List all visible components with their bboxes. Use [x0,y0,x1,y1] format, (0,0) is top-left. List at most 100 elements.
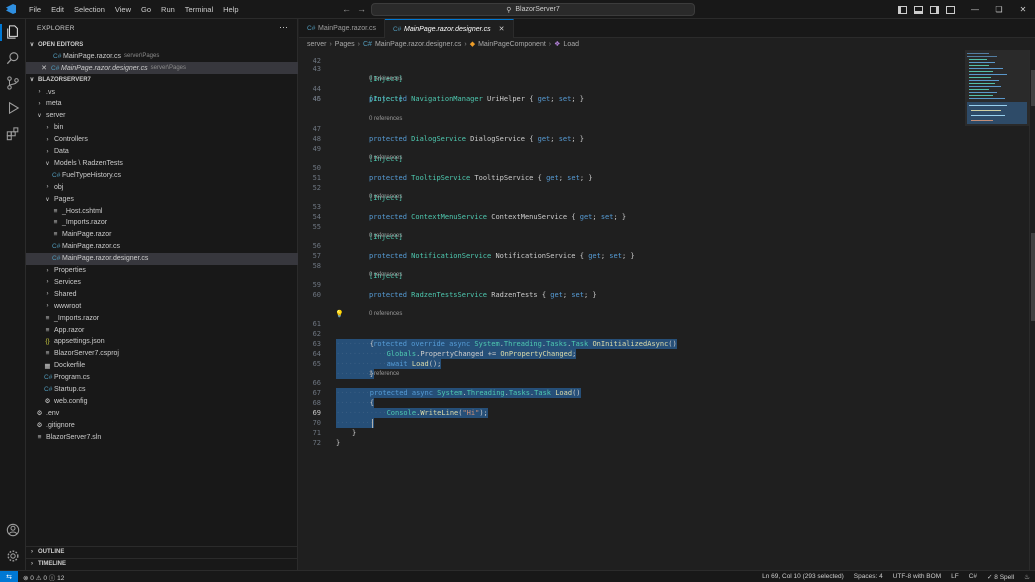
tree-item[interactable]: C# Startup.cs [26,384,298,396]
menu-terminal[interactable]: Terminal [180,0,218,19]
menu-edit[interactable]: Edit [46,0,69,19]
open-editor-item-active[interactable]: ✕ C# MainPage.razor.designer.cs server\P… [26,62,298,74]
tree-item[interactable]: › Controllers [26,134,298,146]
indentation[interactable]: Spaces: 4 [849,573,888,580]
explorer-icon[interactable] [6,25,20,39]
tab-mainpage-razor-cs[interactable]: C# MainPage.razor.cs [299,19,385,38]
breadcrumb-item[interactable]: MainPage.razor.designer.cs [375,41,461,48]
project-header[interactable]: ∨ BLAZORSERVER7 [26,74,298,85]
close-icon[interactable]: ✕ [499,25,505,33]
settings-file-icon: ⚙ [36,410,43,418]
tree-item[interactable]: ≡ App.razor [26,324,298,336]
back-arrow-icon[interactable]: ← [342,4,351,14]
tree-item[interactable]: C# FuelTypeHistory.cs [26,169,298,181]
tree-item[interactable]: {} appsettings.json [26,336,298,348]
more-actions-icon[interactable]: ⋯ [279,22,288,33]
tree-item[interactable]: ▦ Dockerfile [26,360,298,372]
tree-item-label: web.config [54,397,88,405]
extensions-icon[interactable] [6,127,20,141]
tree-item[interactable]: ≡ BlazorServer7.sln [26,431,298,443]
tree-item[interactable]: › bin [26,122,298,134]
tree-item[interactable]: ≡ _Imports.razor [26,312,298,324]
menu-file[interactable]: File [24,0,46,19]
search-view-icon[interactable] [6,51,20,65]
code-line: 57 [299,241,965,260]
menu-run[interactable]: Run [156,0,180,19]
menu-view[interactable]: View [110,0,136,19]
menu-help[interactable]: Help [218,0,243,19]
open-editors-header[interactable]: ∨ OPEN EDITORS [26,39,298,50]
accounts-icon[interactable] [6,523,20,537]
csharp-file-icon: C# [52,243,61,251]
source-control-icon[interactable] [6,76,20,90]
code-editor[interactable]: 42 43 [Inject] 0 references 44 protected… [299,50,965,570]
close-icon[interactable]: ✕ [39,64,49,72]
tree-item[interactable]: › Shared [26,288,298,300]
tree-item[interactable]: › .vs [26,86,298,98]
tree-item[interactable]: ≡ MainPage.razor [26,229,298,241]
tree-item[interactable]: C# Program.cs [26,372,298,384]
toggle-secondary-sidebar-icon[interactable] [930,5,939,14]
outline-header[interactable]: › OUTLINE [26,546,298,557]
tree-item[interactable]: ≡ _Imports.razor [26,217,298,229]
tree-item-label: .env [46,409,60,417]
encoding[interactable]: UTF-8 with BOM [888,573,946,580]
notifications-bell-icon[interactable]: ♨ [1019,573,1035,581]
breadcrumb-item[interactable]: Pages [335,41,355,48]
toggle-panel-icon[interactable] [914,5,923,14]
remote-indicator-icon[interactable]: ⇆ [0,570,18,582]
code-line: 56 protected NotificationService Notific… [299,231,965,260]
tree-item[interactable]: ∨ Pages [26,193,298,205]
tree-item[interactable]: › Data [26,146,298,158]
tree-item[interactable]: › meta [26,98,298,110]
minimap[interactable] [965,50,1029,570]
customize-layout-icon[interactable] [946,5,955,14]
timeline-header[interactable]: › TIMELINE [26,558,298,569]
minimize-button[interactable]: — [963,5,987,14]
lightbulb-icon[interactable]: 💡 [335,309,344,319]
tree-item[interactable]: ≡ BlazorServer7.csproj [26,348,298,360]
tree-item[interactable]: ⚙ web.config [26,395,298,407]
problems-indicator[interactable]: ⊗ 0 ⚠ 0 ⓘ 12 [18,572,69,582]
error-count: 0 [30,574,34,582]
tree-item[interactable]: C# MainPage.razor.cs [26,241,298,253]
tree-item[interactable]: ⚙ .env [26,407,298,419]
language-mode[interactable]: C# [964,573,982,580]
forward-arrow-icon[interactable]: → [357,4,366,14]
tree-item[interactable]: C# MainPage.razor.designer.cs [26,252,298,265]
docker-file-icon: ▦ [44,362,51,370]
spell-checker[interactable]: ✓ 8 Spell [982,573,1019,581]
codelens-line: 0 references [299,143,965,161]
toggle-sidebar-icon[interactable] [898,5,907,14]
breadcrumb-item[interactable]: server [307,41,326,48]
tree-item[interactable]: ∨ server [26,110,298,122]
restore-button[interactable]: ❏ [987,5,1011,14]
code-line: 45 [299,84,965,103]
tree-item-label: _Imports.razor [54,314,100,322]
vscode-logo-icon [6,4,16,14]
end-of-line[interactable]: LF [946,573,964,580]
open-editor-item[interactable]: C# MainPage.razor.cs server\Pages [26,50,298,62]
cursor-position[interactable]: Ln 69, Col 10 (293 selected) [757,573,849,580]
breadcrumb-item[interactable]: MainPageComponent [478,41,546,48]
tree-item[interactable]: ∨ Models \ RadzenTests [26,157,298,169]
tab-mainpage-designer-cs[interactable]: C# MainPage.razor.designer.cs ✕ [384,19,514,38]
explorer-sidebar: EXPLORER ⋯ ∨ OPEN EDITORS C# MainPage.ra… [26,19,298,570]
code-line: 64 ············await Load(); [299,339,965,369]
tree-item[interactable]: › Properties [26,265,298,277]
menu-selection[interactable]: Selection [69,0,110,19]
run-debug-icon[interactable] [6,101,20,115]
manage-gear-icon[interactable] [6,549,20,563]
menu-go[interactable]: Go [136,0,156,19]
code-line: 66 ········protected async System.Thread… [299,368,965,398]
tree-item[interactable]: › obj [26,181,298,193]
chevron-right-icon: › [46,136,49,143]
vertical-scrollbar[interactable] [1029,50,1035,570]
tree-item[interactable]: ≡ _Host.cshtml [26,205,298,217]
tree-item[interactable]: ⚙ .gitignore [26,419,298,431]
command-center[interactable]: ⚲ BlazorServer7 [371,3,695,16]
tree-item[interactable]: › wwwroot [26,300,298,312]
close-window-button[interactable]: ✕ [1011,5,1035,14]
breadcrumb-item[interactable]: Load [563,41,579,48]
tree-item[interactable]: › Services [26,276,298,288]
